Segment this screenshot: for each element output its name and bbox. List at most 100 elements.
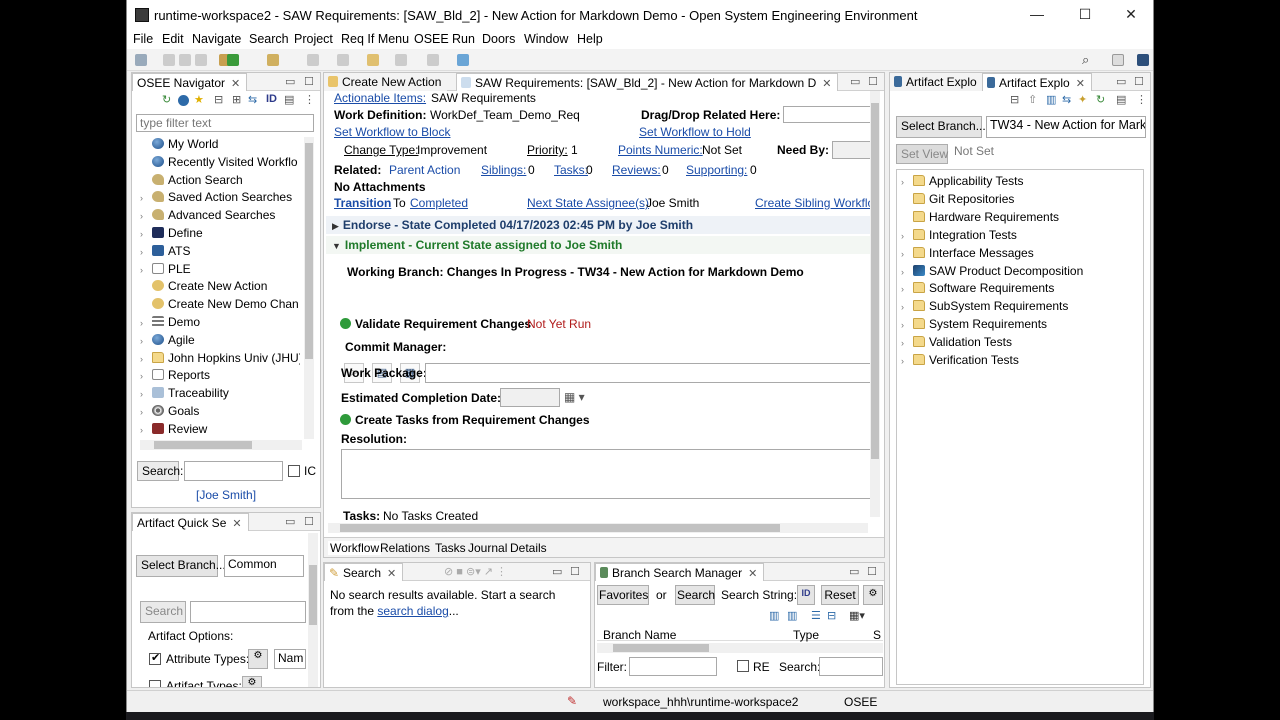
navigator-vscroll[interactable] [304, 137, 314, 439]
view-menu-icon[interactable]: ⋮ [304, 93, 315, 106]
navigator-hscroll[interactable] [140, 440, 302, 450]
tree-item[interactable]: › Define [140, 226, 203, 243]
expand-arrow-icon[interactable]: › [901, 356, 913, 366]
menu-search[interactable]: Search [249, 32, 289, 46]
column-type[interactable]: Type [793, 628, 819, 642]
tab-relations[interactable]: Relations [380, 541, 430, 555]
id-toggle-button[interactable]: ID [797, 585, 815, 605]
tab-tasks[interactable]: Tasks [435, 541, 466, 555]
minimize-view-icon[interactable]: ▭ [850, 75, 860, 88]
close-button[interactable]: ✕ [1116, 6, 1146, 23]
osee-perspective-icon[interactable] [1137, 54, 1149, 66]
hierarchy-icon[interactable]: ⊟ [827, 609, 836, 622]
maximize-view-icon[interactable]: ☐ [868, 75, 878, 88]
collapse-icon[interactable]: ⊟ [1010, 93, 1019, 106]
tree-item[interactable]: › SubSystem Requirements [901, 299, 1068, 316]
menu-doors[interactable]: Doors [482, 32, 515, 46]
close-icon[interactable]: ✕ [232, 518, 241, 530]
tab-osee-navigator[interactable]: OSEE Navigator ✕ [132, 73, 248, 91]
expand-arrow-icon[interactable]: › [901, 231, 913, 241]
tree-item[interactable]: › ATS [140, 244, 190, 261]
tree-item[interactable]: › Integration Tests [901, 228, 1017, 245]
tree-item[interactable]: › John Hopkins Univ (JHU) [140, 351, 300, 368]
expand-arrow-icon[interactable]: › [140, 265, 152, 275]
transition-target-link[interactable]: Completed [410, 196, 468, 210]
tree-item[interactable]: › Verification Tests [901, 353, 1019, 370]
quick-search-select-branch-button[interactable]: Select Branch... [136, 555, 226, 577]
branch-table-hscroll[interactable] [597, 643, 883, 653]
tab-journal[interactable]: Journal [468, 541, 507, 555]
close-icon[interactable]: ✕ [387, 568, 396, 580]
wand-icon[interactable]: ✦ [1078, 93, 1087, 106]
column-s[interactable]: S [873, 628, 881, 642]
minimize-view-icon[interactable]: ▭ [1116, 75, 1126, 88]
table-menu-icon[interactable]: ▦▾ [849, 609, 865, 622]
expand-arrow-icon[interactable]: › [901, 177, 913, 187]
tree-item[interactable]: Hardware Requirements [901, 210, 1059, 227]
expand-icon[interactable]: ⊞ [232, 93, 241, 106]
perspective-icon[interactable] [1112, 54, 1124, 66]
attribute-types-input[interactable]: Nam [274, 649, 306, 669]
branch-search-button[interactable]: Search [675, 585, 715, 605]
editor-vscroll[interactable] [870, 91, 880, 517]
search-dialog-link[interactable]: search dialog [377, 604, 448, 618]
next-state-assignee-link[interactable]: Next State Assignee(s) [527, 196, 649, 210]
implement-section-header[interactable]: ▼ Implement - Current State assigned to J… [326, 236, 870, 254]
save-icon[interactable] [163, 54, 175, 66]
tab-details[interactable]: Details [510, 541, 547, 555]
parent-action-link[interactable]: Parent Action [389, 163, 460, 177]
close-icon[interactable]: ✕ [822, 78, 831, 90]
run-icon[interactable] [340, 414, 351, 425]
expand-arrow-icon[interactable]: › [901, 320, 913, 330]
menu-osee[interactable]: OSEE [414, 32, 449, 46]
tree-item[interactable]: Create New Demo Chan [140, 297, 299, 314]
tree-item[interactable]: Action Search [140, 173, 243, 190]
expand-arrow-icon[interactable]: › [901, 338, 913, 348]
artifact-types-checkbox[interactable] [149, 680, 161, 687]
expand-arrow-icon[interactable]: › [140, 389, 152, 399]
next-annotation-icon[interactable] [337, 54, 349, 66]
tree-item[interactable]: › System Requirements [901, 317, 1047, 334]
tree-item[interactable]: › Advanced Searches [140, 208, 275, 225]
run-icon[interactable] [340, 318, 351, 329]
editor-hscroll[interactable] [328, 523, 868, 533]
expand-arrow-icon[interactable]: › [140, 407, 152, 417]
navigator-filter-input[interactable]: type filter text [136, 114, 314, 132]
print-icon[interactable] [195, 54, 207, 66]
menu-run[interactable]: Run [452, 32, 475, 46]
menu-reqif[interactable]: Req If Menu [341, 32, 409, 46]
minimize-view-icon[interactable]: ▭ [285, 75, 295, 88]
tree-item[interactable]: My World [140, 137, 218, 154]
tab-branch-search-manager[interactable]: Branch Search Manager ✕ [595, 563, 765, 581]
quick-search-vscroll[interactable] [308, 533, 318, 687]
actionable-items-link[interactable]: Actionable Items: [334, 91, 426, 105]
minimize-view-icon[interactable]: ▭ [285, 515, 295, 528]
up-icon[interactable]: ⇧ [1028, 93, 1037, 106]
maximize-view-icon[interactable]: ☐ [867, 565, 877, 578]
menu-edit[interactable]: Edit [162, 32, 184, 46]
tree-view-icon[interactable]: ▥ [769, 609, 779, 622]
minimize-view-icon[interactable]: ▭ [849, 565, 859, 578]
favorites-button[interactable]: Favorites [597, 585, 649, 605]
tree-item[interactable]: › Review [140, 422, 207, 439]
tree-item[interactable]: Create New Action [140, 279, 267, 296]
close-icon[interactable]: ✕ [748, 568, 757, 580]
refresh-icon[interactable]: ↻ [162, 93, 171, 106]
tab-workflow[interactable]: Workflow [328, 541, 382, 555]
link-icon[interactable]: ⇆ [248, 93, 257, 106]
refresh-icon[interactable]: ↻ [1096, 93, 1105, 106]
menu-project[interactable]: Project [294, 32, 333, 46]
expand-arrow-icon[interactable]: › [901, 267, 913, 277]
flat-view-icon[interactable]: ▥ [787, 609, 797, 622]
expand-arrow-icon[interactable]: › [140, 336, 152, 346]
collapse-icon[interactable]: ⊟ [214, 93, 223, 106]
points-numeric-link[interactable]: Points Numeric: [618, 143, 703, 157]
expand-arrow-icon[interactable]: › [901, 249, 913, 259]
maximize-view-icon[interactable]: ☐ [304, 515, 314, 528]
work-package-input[interactable] [425, 363, 871, 383]
tree-item[interactable]: › Validation Tests [901, 335, 1012, 352]
navigator-search-button[interactable]: Search: [137, 461, 183, 481]
tasks-link[interactable]: Tasks: [554, 163, 588, 177]
tab-artifact-quick-search[interactable]: Artifact Quick Se ✕ [132, 513, 249, 531]
branch-filter-input[interactable] [629, 657, 717, 676]
